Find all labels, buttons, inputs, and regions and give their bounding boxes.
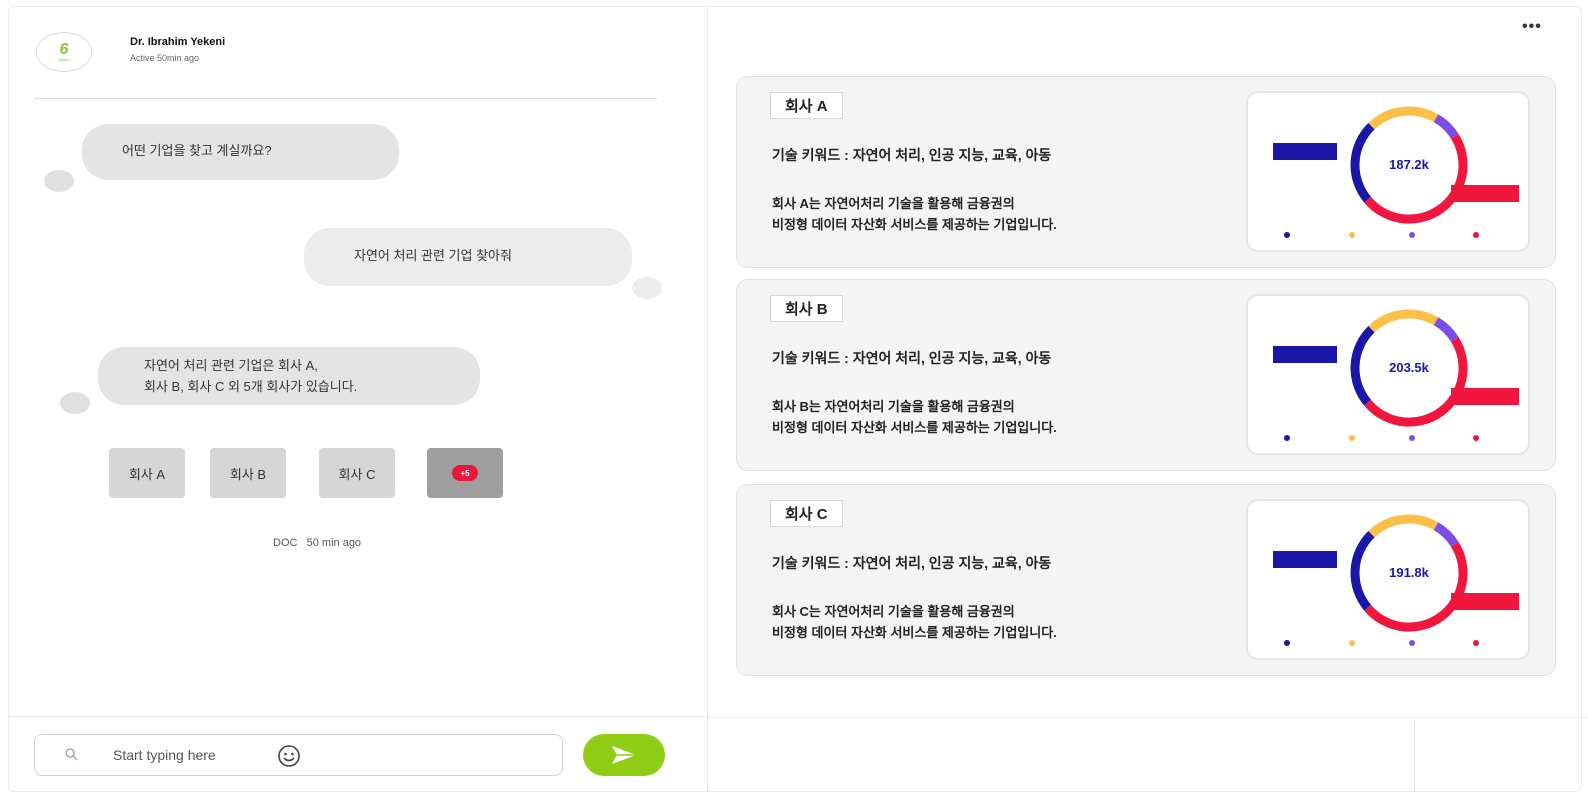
navy-bar [1273,551,1337,568]
composer-divider [8,716,708,717]
company-donut-chart: 203.5k [1246,294,1530,455]
legend-dot [1349,232,1355,238]
company-title: 회사 B [770,295,843,322]
company-description: 회사 A는 자연어처리 기술을 활용해 금융권의 비정형 데이터 자산화 서비스… [772,193,1242,235]
legend-dot [1349,435,1355,441]
company-keywords: 기술 키워드 : 자연어 처리, 인공 지능, 교육, 아동 [772,147,1052,163]
more-count-badge: +5 [452,465,478,481]
meta-sender: DOC [273,537,298,549]
avatar[interactable]: 6 Baltrie [36,32,92,72]
purple-arc [1433,317,1459,342]
company-card[interactable]: 회사 B 기술 키워드 : 자연어 처리, 인공 지능, 교육, 아동 회사 B… [736,279,1556,471]
more-options-icon[interactable]: ••• [1522,19,1542,35]
yellow-arc [1368,106,1439,130]
purple-arc [1433,522,1459,547]
header-divider [34,98,657,99]
description-line: 회사 B는 자연어처리 기술을 활용해 금융권의 [772,399,1015,414]
company-description: 회사 C는 자연어처리 기술을 활용해 금융권의 비정형 데이터 자산화 서비스… [772,601,1242,643]
company-title: 회사 A [770,92,843,119]
legend-dot [1473,640,1479,646]
yellow-arc [1368,309,1439,333]
company-description: 회사 B는 자연어처리 기술을 활용해 금융권의 비정형 데이터 자산화 서비스… [772,396,1242,438]
donut-chart-svg [1273,309,1519,441]
legend-dot [1409,435,1415,441]
description-line: 회사 C는 자연어처리 기술을 활용해 금융권의 [772,604,1015,619]
message-text-line: 회사 B, 회사 C 외 5개 회사가 있습니다. [144,379,358,394]
company-chip-c[interactable]: 회사 C [319,448,395,498]
chart-center-value: 191.8k [1389,565,1429,580]
legend-dot [1349,640,1355,646]
avatar-caption: Baltrie [58,56,70,62]
yellow-arc [1368,514,1439,538]
smiley-icon[interactable] [277,744,301,768]
chat-panel: 6 Baltrie Dr. Ibrahim Yekeni Active 50mi… [8,6,708,792]
donut-chart-svg [1273,106,1519,238]
description-line: 비정형 데이터 자산화 서비스를 제공하는 기업입니다. [772,420,1057,435]
legend-dot [1473,232,1479,238]
user-name: Dr. Ibrahim Yekeni [130,36,226,48]
description-line: 비정형 데이터 자산화 서비스를 제공하는 기업입니다. [772,217,1057,232]
chart-center-value: 203.5k [1389,360,1429,375]
legend-dot [1284,232,1290,238]
company-donut-chart: 187.2k [1246,91,1530,252]
more-companies-chip[interactable]: +5 [427,448,503,498]
footer-separator [1414,722,1415,792]
legend-dot [1409,232,1415,238]
message-text: 자연어 처리 관련 기업 찾아줘 [354,248,512,263]
company-keywords: 기술 키워드 : 자연어 처리, 인공 지능, 교육, 아동 [772,555,1052,571]
company-title: 회사 C [770,500,843,527]
company-card[interactable]: 회사 A 기술 키워드 : 자연어 처리, 인공 지능, 교육, 아동 회사 A… [736,76,1556,268]
message-text: 어떤 기업을 찾고 계실까요? [122,143,272,158]
description-line: 비정형 데이터 자산화 서비스를 제공하는 기업입니다. [772,625,1057,640]
paper-plane-icon [612,746,636,764]
legend-dot [1409,640,1415,646]
description-line: 회사 A는 자연어처리 기술을 활용해 금융권의 [772,196,1015,211]
legend-dot [1473,435,1479,441]
bot-message-bubble: 어떤 기업을 찾고 계실까요? [82,124,399,180]
donut-chart-svg [1273,514,1519,646]
bot-avatar-dot [60,392,90,414]
bot-message-bubble: 자연어 처리 관련 기업은 회사 A, 회사 B, 회사 C 외 5개 회사가 … [98,347,480,405]
company-card[interactable]: 회사 C 기술 키워드 : 자연어 처리, 인공 지능, 교육, 아동 회사 C… [736,484,1556,676]
red-arc [1364,134,1468,224]
message-text-line: 자연어 처리 관련 기업은 회사 A, [144,358,318,373]
user-message-bubble: 자연어 처리 관련 기업 찾아줘 [304,228,632,286]
bot-avatar-dot [44,170,74,192]
company-chip-a[interactable]: 회사 A [109,448,185,498]
company-keywords: 기술 키워드 : 자연어 처리, 인공 지능, 교육, 아동 [772,350,1052,366]
message-composer[interactable] [34,734,563,776]
user-avatar-dot [632,277,662,299]
user-status: Active 50min ago [130,53,200,63]
red-arc [1364,337,1468,427]
chart-center-value: 187.2k [1389,157,1429,172]
meta-time: 50 min ago [306,537,362,549]
avatar-logo: 6 [59,40,69,58]
company-donut-chart: 191.8k [1246,499,1530,660]
red-arc [1364,542,1468,632]
navy-bar [1273,143,1337,160]
message-input[interactable] [113,744,253,766]
purple-arc [1433,114,1459,139]
legend-dot [1284,435,1290,441]
company-chip-b[interactable]: 회사 B [210,448,286,498]
legend-dot [1284,640,1290,646]
navy-bar [1273,346,1337,363]
send-button[interactable] [583,734,665,776]
message-meta: DOC 50 min ago [273,537,361,549]
search-icon [65,748,78,761]
footer-divider [708,717,1588,718]
